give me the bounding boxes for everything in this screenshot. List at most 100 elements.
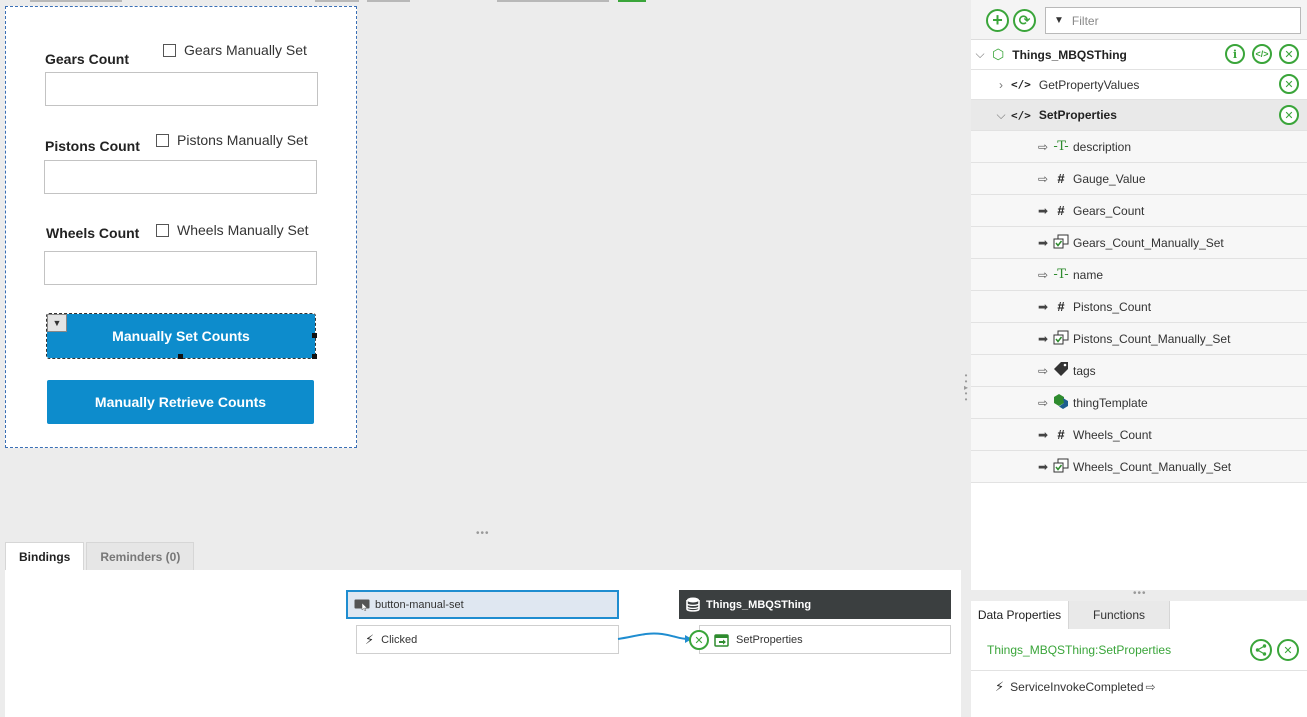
lightning-icon: ⚡ bbox=[995, 679, 1005, 694]
filter-field[interactable]: ▼ bbox=[1045, 7, 1301, 34]
target-node-header[interactable]: Things_MBQSThing bbox=[679, 590, 951, 619]
gears-count-label: Gears Count bbox=[45, 51, 130, 67]
source-event-clicked[interactable]: ⚡ Clicked bbox=[356, 625, 619, 654]
tab-bindings[interactable]: Bindings bbox=[5, 542, 85, 570]
event-name: ServiceInvokeCompleted bbox=[1010, 680, 1144, 694]
tag-icon bbox=[1051, 361, 1071, 380]
checkbox-label: Pistons Manually Set bbox=[177, 132, 308, 148]
param-row-wheels-count-manually-set[interactable]: ➡ Wheels_Count_Manually_Set bbox=[971, 451, 1307, 483]
pistons-manually-set-checkbox[interactable]: Pistons Manually Set bbox=[156, 132, 308, 148]
param-row-name[interactable]: ⇨ -T- name bbox=[971, 259, 1307, 291]
manually-set-counts-button[interactable]: Manually Set Counts bbox=[46, 313, 316, 359]
info-icon[interactable]: i bbox=[1225, 44, 1245, 64]
source-node-name: button-manual-set bbox=[375, 598, 464, 611]
param-name: tags bbox=[1073, 363, 1096, 378]
data-properties-panel: Data Properties Functions Things_MBQSThi… bbox=[971, 601, 1307, 717]
param-row-description[interactable]: ⇨ -T- description bbox=[971, 131, 1307, 163]
wheels-manually-set-checkbox[interactable]: Wheels Manually Set bbox=[156, 222, 309, 238]
param-row-tags[interactable]: ⇨ tags bbox=[971, 355, 1307, 387]
param-row-pistons-count[interactable]: ➡ # Pistons_Count bbox=[971, 291, 1307, 323]
required-input-arrow-icon: ➡ bbox=[1037, 299, 1049, 314]
chevron-down-icon[interactable]: ⌵ bbox=[995, 108, 1007, 123]
gears-manually-set-checkbox[interactable]: Gears Manually Set bbox=[163, 42, 307, 58]
data-panel-tabs: Data Properties Functions bbox=[971, 601, 1170, 629]
pistons-count-label: Pistons Count bbox=[45, 138, 140, 154]
required-input-arrow-icon: ➡ bbox=[1037, 427, 1049, 442]
mashup-canvas[interactable]: Gears Count Gears Manually Set Pistons C… bbox=[5, 6, 357, 448]
service-code-icon: </> bbox=[1011, 108, 1031, 122]
tree-service-setproperties[interactable]: ⌵ </> SetProperties ✕ bbox=[971, 100, 1307, 131]
code-icon[interactable]: </> bbox=[1252, 44, 1272, 64]
button-widget-icon bbox=[354, 599, 370, 611]
target-node-name: Things_MBQSThing bbox=[706, 598, 812, 611]
param-row-thingtemplate[interactable]: ⇨ thingTemplate bbox=[971, 387, 1307, 419]
resize-handle[interactable] bbox=[312, 333, 317, 338]
optional-input-arrow-icon: ⇨ bbox=[1037, 363, 1049, 378]
param-row-gears-count-manually-set[interactable]: ➡ Gears_Count_Manually_Set bbox=[971, 227, 1307, 259]
text-icon: -T- bbox=[1053, 267, 1069, 282]
tab-functions[interactable]: Functions bbox=[1069, 601, 1170, 629]
param-name: Wheels_Count bbox=[1073, 427, 1152, 442]
template-icon bbox=[1051, 393, 1071, 412]
boolean-icon bbox=[1051, 330, 1071, 348]
checkbox-box[interactable] bbox=[156, 223, 169, 237]
event-label: Clicked bbox=[381, 633, 418, 646]
number-icon: # bbox=[1057, 427, 1065, 442]
filter-icon: ▼ bbox=[1054, 15, 1064, 26]
event-row-serviceinvokecompleted[interactable]: ⚡ ServiceInvokeCompleted ⇨ bbox=[971, 672, 1307, 702]
param-name: thingTemplate bbox=[1073, 395, 1148, 410]
widget-dropdown-handle[interactable]: ▼ bbox=[47, 314, 67, 332]
param-name: Wheels_Count_Manually_Set bbox=[1073, 459, 1232, 474]
source-node-header[interactable]: button-manual-set bbox=[346, 590, 619, 619]
param-row-pistons-count-manually-set[interactable]: ➡ Pistons_Count_Manually_Set bbox=[971, 323, 1307, 355]
wheels-count-label: Wheels Count bbox=[46, 225, 140, 241]
horizontal-splitter-grip[interactable]: ••• bbox=[476, 528, 490, 539]
param-row-wheels-count[interactable]: ➡ # Wheels_Count bbox=[971, 419, 1307, 451]
top-toolbar-strip bbox=[0, 0, 970, 2]
param-row-gears-count[interactable]: ➡ # Gears_Count bbox=[971, 195, 1307, 227]
param-name: Gears_Count_Manually_Set bbox=[1073, 235, 1224, 250]
param-name: name bbox=[1073, 267, 1104, 282]
optional-input-arrow-icon: ⇨ bbox=[1037, 395, 1049, 410]
tree-thing-row[interactable]: ⌵ ⬡ Things_MBQSThing i </> ✕ bbox=[971, 40, 1307, 70]
chevron-right-icon[interactable]: › bbox=[995, 78, 1007, 92]
gears-count-input[interactable] bbox=[45, 72, 318, 106]
bindings-tabs: Bindings Reminders (0) bbox=[5, 542, 196, 570]
share-icon[interactable] bbox=[1250, 639, 1272, 661]
pistons-count-input[interactable] bbox=[44, 160, 317, 194]
remove-service-icon[interactable]: ✕ bbox=[1279, 105, 1299, 125]
required-input-arrow-icon: ➡ bbox=[1037, 459, 1049, 474]
tab-data-properties[interactable]: Data Properties bbox=[971, 601, 1069, 629]
resize-handle[interactable] bbox=[312, 354, 317, 359]
service-label: SetProperties bbox=[736, 633, 803, 646]
checkbox-box[interactable] bbox=[156, 133, 169, 147]
manually-retrieve-counts-button[interactable]: Manually Retrieve Counts bbox=[47, 380, 314, 424]
output-arrow-icon: ⇨ bbox=[1145, 680, 1156, 694]
vertical-splitter-grip[interactable]: • • ▸ • • bbox=[964, 372, 968, 404]
wheels-count-input[interactable] bbox=[44, 251, 317, 285]
tree-service-getpropertyvalues[interactable]: › </> GetPropertyValues ✕ bbox=[971, 70, 1307, 100]
param-row-gauge-value[interactable]: ⇨ # Gauge_Value bbox=[971, 163, 1307, 195]
remove-service-binding-icon[interactable]: ✕ bbox=[1277, 639, 1299, 661]
remove-thing-icon[interactable]: ✕ bbox=[1279, 44, 1299, 64]
chevron-down-icon[interactable]: ⌵ bbox=[974, 47, 986, 62]
checkbox-box[interactable] bbox=[163, 43, 176, 57]
service-code-icon: </> bbox=[1011, 78, 1031, 91]
tab-reminders[interactable]: Reminders (0) bbox=[86, 542, 195, 570]
remove-binding-icon[interactable]: ✕ bbox=[689, 630, 709, 650]
remove-service-icon[interactable]: ✕ bbox=[1279, 74, 1299, 94]
target-service-setproperties[interactable]: SetProperties bbox=[699, 625, 951, 654]
entity-explorer-panel: + ⟳ ▼ ⌵ ⬡ Things_MBQSThing i </> ✕ › </>… bbox=[971, 0, 1307, 590]
bindings-canvas: button-manual-set ⚡ Clicked Things_MBQST… bbox=[5, 570, 961, 717]
filter-input[interactable] bbox=[1071, 13, 1292, 28]
boolean-icon bbox=[1051, 458, 1071, 476]
binding-connector-line[interactable] bbox=[617, 628, 697, 648]
add-icon[interactable]: + bbox=[986, 9, 1009, 32]
explorer-toolbar: + ⟳ ▼ bbox=[971, 0, 1307, 40]
thing-hexagon-icon: ⬡ bbox=[992, 46, 1005, 62]
refresh-icon[interactable]: ⟳ bbox=[1013, 9, 1036, 32]
optional-input-arrow-icon: ⇨ bbox=[1037, 139, 1049, 154]
selected-service-row: Things_MBQSThing:SetProperties ✕ bbox=[971, 629, 1307, 671]
resize-handle[interactable] bbox=[178, 354, 183, 359]
optional-input-arrow-icon: ⇨ bbox=[1037, 171, 1049, 186]
